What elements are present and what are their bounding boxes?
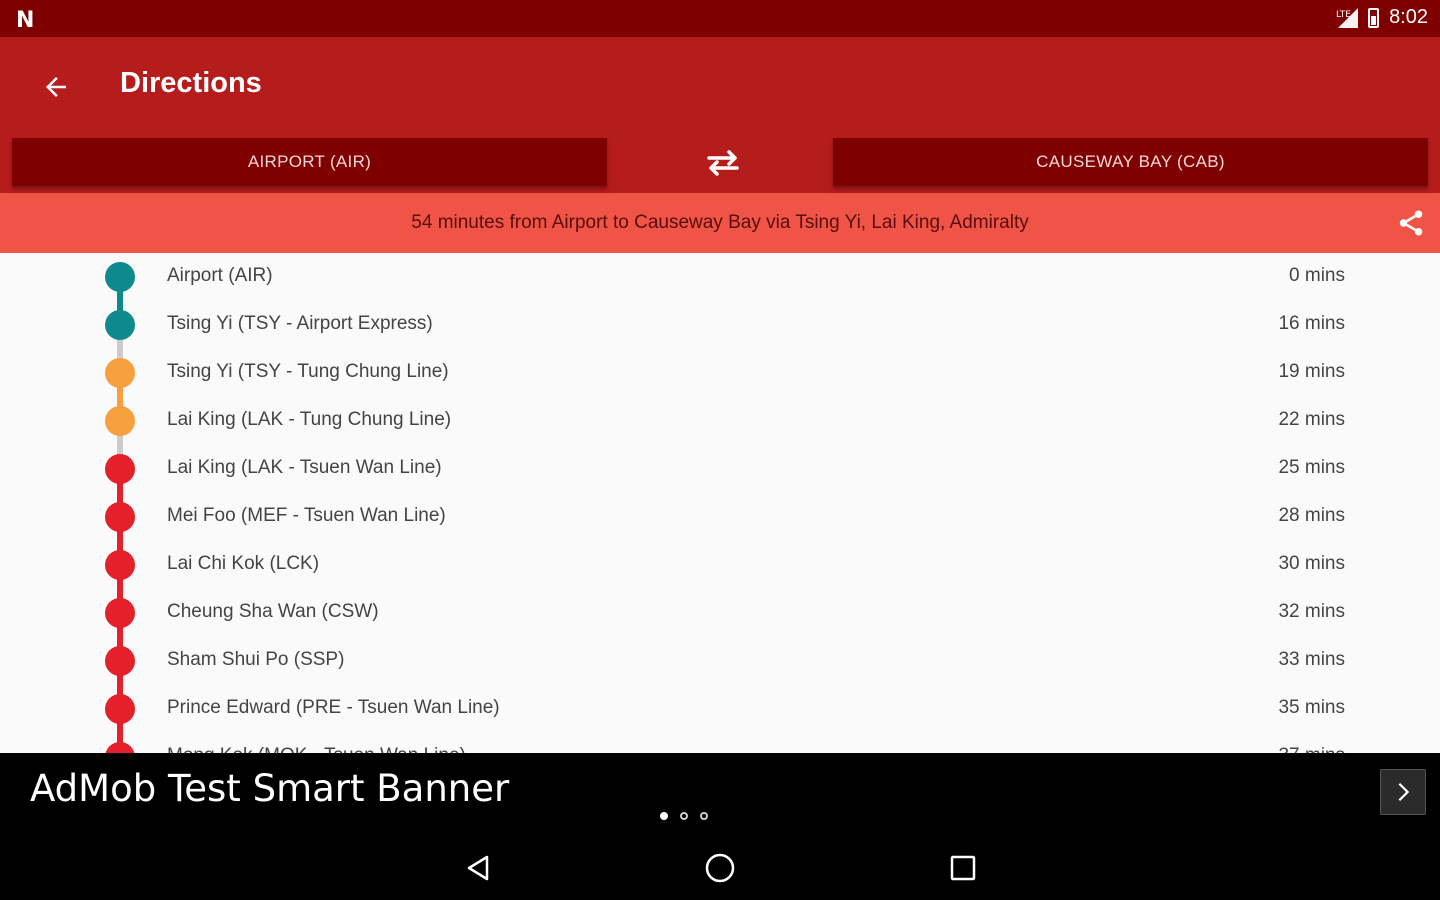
station-name: Lai Chi Kok (LCK) <box>167 553 320 574</box>
station-list[interactable]: Airport (AIR) 0 mins Tsing Yi (TSY - Airpo… <box>0 253 1440 753</box>
station-row[interactable]: Tsing Yi (TSY - Airport Express) 16 mins <box>0 301 1440 349</box>
station-time: 33 mins <box>1278 649 1345 670</box>
station-row[interactable]: Lai King (LAK - Tung Chung Line) 22 mins <box>0 397 1440 445</box>
notification-icon: N <box>16 8 35 33</box>
station-name: Prince Edward (PRE - Tsuen Wan Line) <box>167 697 500 718</box>
station-row[interactable]: Lai Chi Kok (LCK) 30 mins <box>0 541 1440 589</box>
station-dot-icon <box>105 406 135 436</box>
ad-pager <box>660 812 708 820</box>
battery-icon <box>1368 7 1380 28</box>
station-row[interactable]: Mei Foo (MEF - Tsuen Wan Line) 28 mins <box>0 493 1440 541</box>
from-station-label: AIRPORT (AIR) <box>247 152 372 171</box>
station-name: Mei Foo (MEF - Tsuen Wan Line) <box>167 505 446 526</box>
from-station-button[interactable]: AIRPORT (AIR) <box>12 138 607 186</box>
ad-banner[interactable]: AdMob Test Smart Banner <box>0 753 1440 835</box>
status-indicators: LTE 8:02 <box>1336 6 1428 29</box>
station-row[interactable]: Cheung Sha Wan (CSW) 32 mins <box>0 589 1440 637</box>
station-dot-icon <box>105 262 135 292</box>
station-name: Cheung Sha Wan (CSW) <box>167 601 379 622</box>
station-row[interactable]: Sham Shui Po (SSP) 33 mins <box>0 637 1440 685</box>
station-time: 22 mins <box>1278 409 1345 430</box>
station-dot-icon <box>105 742 135 753</box>
swap-stations-button[interactable] <box>700 143 746 183</box>
station-dot-icon <box>105 358 135 388</box>
route-summary-text: 54 minutes from Airport to Causeway Bay … <box>411 212 1029 233</box>
station-row[interactable]: Lai King (LAK - Tsuen Wan Line) 25 mins <box>0 445 1440 493</box>
station-name: Tsing Yi (TSY - Tung Chung Line) <box>167 361 449 382</box>
station-name: Lai King (LAK - Tsuen Wan Line) <box>167 457 442 478</box>
station-time: 0 mins <box>1289 265 1345 286</box>
station-name: Mong Kok (MOK - Tsuen Wan Line) <box>167 745 466 753</box>
station-time: 35 mins <box>1278 697 1345 718</box>
station-dot-icon <box>105 646 135 676</box>
app-bar: Directions AIRPORT (AIR) CAUSEWAY BAY (C… <box>0 37 1440 193</box>
status-bar: N LTE 8:02 <box>0 0 1440 37</box>
nav-recents-button[interactable] <box>940 845 986 891</box>
network-label: LTE <box>1336 10 1351 20</box>
station-time: 30 mins <box>1278 553 1345 574</box>
ad-next-button[interactable] <box>1380 769 1426 815</box>
station-time: 16 mins <box>1278 313 1345 334</box>
station-dot-icon <box>105 454 135 484</box>
station-name: Sham Shui Po (SSP) <box>167 649 345 670</box>
station-name: Airport (AIR) <box>167 265 273 286</box>
station-name: Tsing Yi (TSY - Airport Express) <box>167 313 433 334</box>
nav-recents-icon <box>950 855 976 881</box>
back-button[interactable] <box>36 67 76 107</box>
station-dot-icon <box>105 598 135 628</box>
station-dot-icon <box>105 550 135 580</box>
station-row[interactable]: Tsing Yi (TSY - Tung Chung Line) 19 mins <box>0 349 1440 397</box>
ad-banner-text: AdMob Test Smart Banner <box>30 767 510 810</box>
nav-home-button[interactable] <box>697 845 743 891</box>
chevron-right-icon <box>1398 782 1410 802</box>
station-dot-icon <box>105 310 135 340</box>
station-time: 28 mins <box>1278 505 1345 526</box>
station-row[interactable]: Prince Edward (PRE - Tsuen Wan Line) 35 m… <box>0 685 1440 733</box>
cell-signal-icon: LTE <box>1336 7 1359 28</box>
station-row[interactable]: Mong Kok (MOK - Tsuen Wan Line) 37 mins <box>0 733 1440 753</box>
to-station-label: CAUSEWAY BAY (CAB) <box>1036 152 1225 171</box>
route-summary-bar: 54 minutes from Airport to Causeway Bay … <box>0 193 1440 253</box>
station-time: 37 mins <box>1278 745 1345 753</box>
station-row[interactable]: Airport (AIR) 0 mins <box>0 253 1440 301</box>
system-nav-bar <box>0 835 1440 900</box>
pager-dot <box>660 812 668 820</box>
nav-back-icon <box>467 855 489 881</box>
arrow-back-icon <box>46 77 66 97</box>
station-time: 25 mins <box>1278 457 1345 478</box>
station-time: 32 mins <box>1278 601 1345 622</box>
nav-back-button[interactable] <box>455 845 501 891</box>
share-icon[interactable] <box>1396 208 1426 238</box>
nav-home-icon <box>705 853 735 883</box>
pager-dot <box>680 812 688 820</box>
page-title: Directions <box>120 67 262 99</box>
swap-icon <box>707 150 739 176</box>
clock: 8:02 <box>1389 6 1428 28</box>
pager-dot <box>700 812 708 820</box>
station-dot-icon <box>105 694 135 724</box>
station-time: 19 mins <box>1278 361 1345 382</box>
to-station-button[interactable]: CAUSEWAY BAY (CAB) <box>833 138 1428 186</box>
station-dot-icon <box>105 502 135 532</box>
station-name: Lai King (LAK - Tung Chung Line) <box>167 409 452 430</box>
